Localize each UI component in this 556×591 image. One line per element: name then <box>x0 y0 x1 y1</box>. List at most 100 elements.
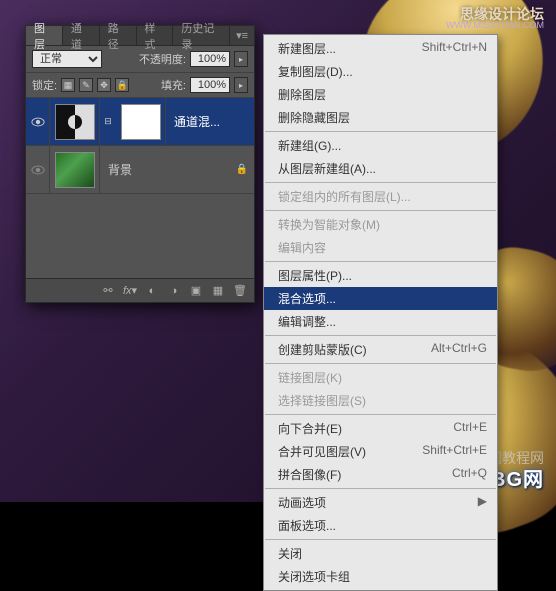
menu-item: 选择链接图层(S) <box>264 389 497 412</box>
menu-item[interactable]: 复制图层(D)... <box>264 60 497 83</box>
link-layers-icon[interactable]: ⚯ <box>100 283 116 299</box>
fx-icon[interactable]: fx▾ <box>122 283 138 299</box>
menu-item: 转换为智能对象(M) <box>264 213 497 236</box>
tab-paths[interactable]: 路径 <box>100 26 137 45</box>
menu-item-label: 拼合图像(F) <box>278 466 341 483</box>
menu-item-label: 向下合并(E) <box>278 420 342 437</box>
menu-item-label: 删除隐藏图层 <box>278 109 350 126</box>
menu-item[interactable]: 新建图层... Shift+Ctrl+N <box>264 37 497 60</box>
menu-item[interactable]: 新建组(G)... <box>264 134 497 157</box>
lock-all-icon[interactable]: 🔒 <box>115 78 129 92</box>
menu-item-label: 编辑内容 <box>278 239 326 256</box>
fill-input[interactable] <box>190 77 230 93</box>
link-indicator: ⊟ <box>100 98 116 145</box>
menu-item-label: 创建剪贴蒙版(C) <box>278 341 367 358</box>
lock-indicator: 🔒 <box>230 164 254 175</box>
menu-shortcut: Shift+Ctrl+N <box>422 40 487 57</box>
menu-item[interactable]: 编辑调整... <box>264 310 497 333</box>
lock-icons: ▦ ✎ ✥ 🔒 <box>61 78 129 92</box>
watermark-top-url: WWW.MISSYUAN.COM <box>446 20 544 30</box>
menu-item-label: 新建图层... <box>278 40 336 57</box>
link-icon: ⊟ <box>104 116 112 127</box>
menu-item-label: 关闭 <box>278 545 302 562</box>
lock-position-icon[interactable]: ✥ <box>97 78 111 92</box>
menu-item-label: 复制图层(D)... <box>278 63 353 80</box>
menu-separator <box>265 488 496 489</box>
lock-label: 锁定: <box>32 77 57 93</box>
menu-item[interactable]: 删除隐藏图层 <box>264 106 497 129</box>
fill-label: 填充: <box>161 77 186 93</box>
fill-arrow[interactable]: ▸ <box>234 77 248 93</box>
layer-item-background[interactable]: 背景 🔒 <box>26 146 254 194</box>
layers-panel: 图层 通道 路径 样式 历史记录 ▾≡ 正常 不透明度: ▸ 锁定: ▦ ✎ ✥… <box>25 25 255 303</box>
lock-icon: 🔒 <box>236 164 248 175</box>
submenu-arrow-icon: ▶ <box>478 494 487 511</box>
menu-item[interactable]: 动画选项 ▶ <box>264 491 497 514</box>
menu-item[interactable]: 关闭 <box>264 542 497 565</box>
menu-item[interactable]: 从图层新建组(A)... <box>264 157 497 180</box>
layer-thumb[interactable] <box>50 146 100 193</box>
menu-item[interactable]: 创建剪贴蒙版(C) Alt+Ctrl+G <box>264 338 497 361</box>
new-layer-icon[interactable]: ▦ <box>210 283 226 299</box>
menu-item-label: 锁定组内的所有图层(L)... <box>278 188 411 205</box>
menu-shortcut: Ctrl+E <box>453 420 487 437</box>
adjustment-icon[interactable]: ◑ <box>166 283 182 299</box>
opacity-label: 不透明度: <box>139 51 186 67</box>
menu-item-label: 删除图层 <box>278 86 326 103</box>
tab-layers[interactable]: 图层 <box>26 26 63 45</box>
menu-shortcut: Ctrl+Q <box>452 466 487 483</box>
lock-transparency-icon[interactable]: ▦ <box>61 78 75 92</box>
panel-menu-icon[interactable]: ▾≡ <box>230 26 254 45</box>
menu-item-label: 合并可见图层(V) <box>278 443 366 460</box>
tab-history[interactable]: 历史记录 <box>173 26 230 45</box>
menu-item: 编辑内容 <box>264 236 497 259</box>
menu-shortcut: Shift+Ctrl+E <box>422 443 487 460</box>
menu-item[interactable]: 图层属性(P)... <box>264 264 497 287</box>
menu-item-label: 编辑调整... <box>278 313 336 330</box>
menu-separator <box>265 335 496 336</box>
layer-item-adjustment[interactable]: ⊟ 通道混... <box>26 98 254 146</box>
menu-item-label: 转换为智能对象(M) <box>278 216 380 233</box>
eye-icon <box>31 117 45 127</box>
menu-separator <box>265 261 496 262</box>
mask-icon[interactable]: ◐ <box>144 283 160 299</box>
adjustment-thumb <box>55 104 95 140</box>
menu-shortcut: Alt+Ctrl+G <box>431 341 487 358</box>
menu-item-label: 混合选项... <box>278 290 336 307</box>
menu-item[interactable]: 合并可见图层(V) Shift+Ctrl+E <box>264 440 497 463</box>
menu-separator <box>265 182 496 183</box>
group-icon[interactable]: ▣ <box>188 283 204 299</box>
trash-icon[interactable]: 🗑 <box>232 283 248 299</box>
blend-opacity-row: 正常 不透明度: ▸ <box>26 46 254 73</box>
layer-thumb[interactable] <box>50 98 100 145</box>
menu-item-label: 面板选项... <box>278 517 336 534</box>
visibility-toggle[interactable] <box>26 146 50 193</box>
layer-name[interactable]: 背景 <box>100 161 230 178</box>
menu-item-label: 关闭选项卡组 <box>278 568 350 585</box>
menu-item: 链接图层(K) <box>264 366 497 389</box>
panel-footer: ⚯ fx▾ ◐ ◑ ▣ ▦ 🗑 <box>26 278 254 302</box>
menu-item: 锁定组内的所有图层(L)... <box>264 185 497 208</box>
layer-name[interactable]: 通道混... <box>166 113 254 130</box>
menu-item-label: 动画选项 <box>278 494 326 511</box>
tab-channels[interactable]: 通道 <box>63 26 100 45</box>
lock-fill-row: 锁定: ▦ ✎ ✥ 🔒 填充: ▸ <box>26 73 254 98</box>
image-thumb <box>55 152 95 188</box>
blend-mode-select[interactable]: 正常 <box>32 50 102 68</box>
menu-item-label: 链接图层(K) <box>278 369 342 386</box>
mask-thumb-slot[interactable] <box>116 98 166 145</box>
menu-item[interactable]: 关闭选项卡组 <box>264 565 497 588</box>
menu-item-label: 图层属性(P)... <box>278 267 352 284</box>
visibility-toggle[interactable] <box>26 98 50 145</box>
lock-pixels-icon[interactable]: ✎ <box>79 78 93 92</box>
opacity-arrow[interactable]: ▸ <box>234 51 248 67</box>
menu-item[interactable]: 拼合图像(F) Ctrl+Q <box>264 463 497 486</box>
menu-item[interactable]: 删除图层 <box>264 83 497 106</box>
menu-item[interactable]: 面板选项... <box>264 514 497 537</box>
layer-list: ⊟ 通道混... 背景 🔒 <box>26 98 254 278</box>
menu-item[interactable]: 混合选项... <box>264 287 497 310</box>
tab-styles[interactable]: 样式 <box>137 26 174 45</box>
menu-item-label: 新建组(G)... <box>278 137 341 154</box>
opacity-input[interactable] <box>190 51 230 67</box>
menu-item[interactable]: 向下合并(E) Ctrl+E <box>264 417 497 440</box>
